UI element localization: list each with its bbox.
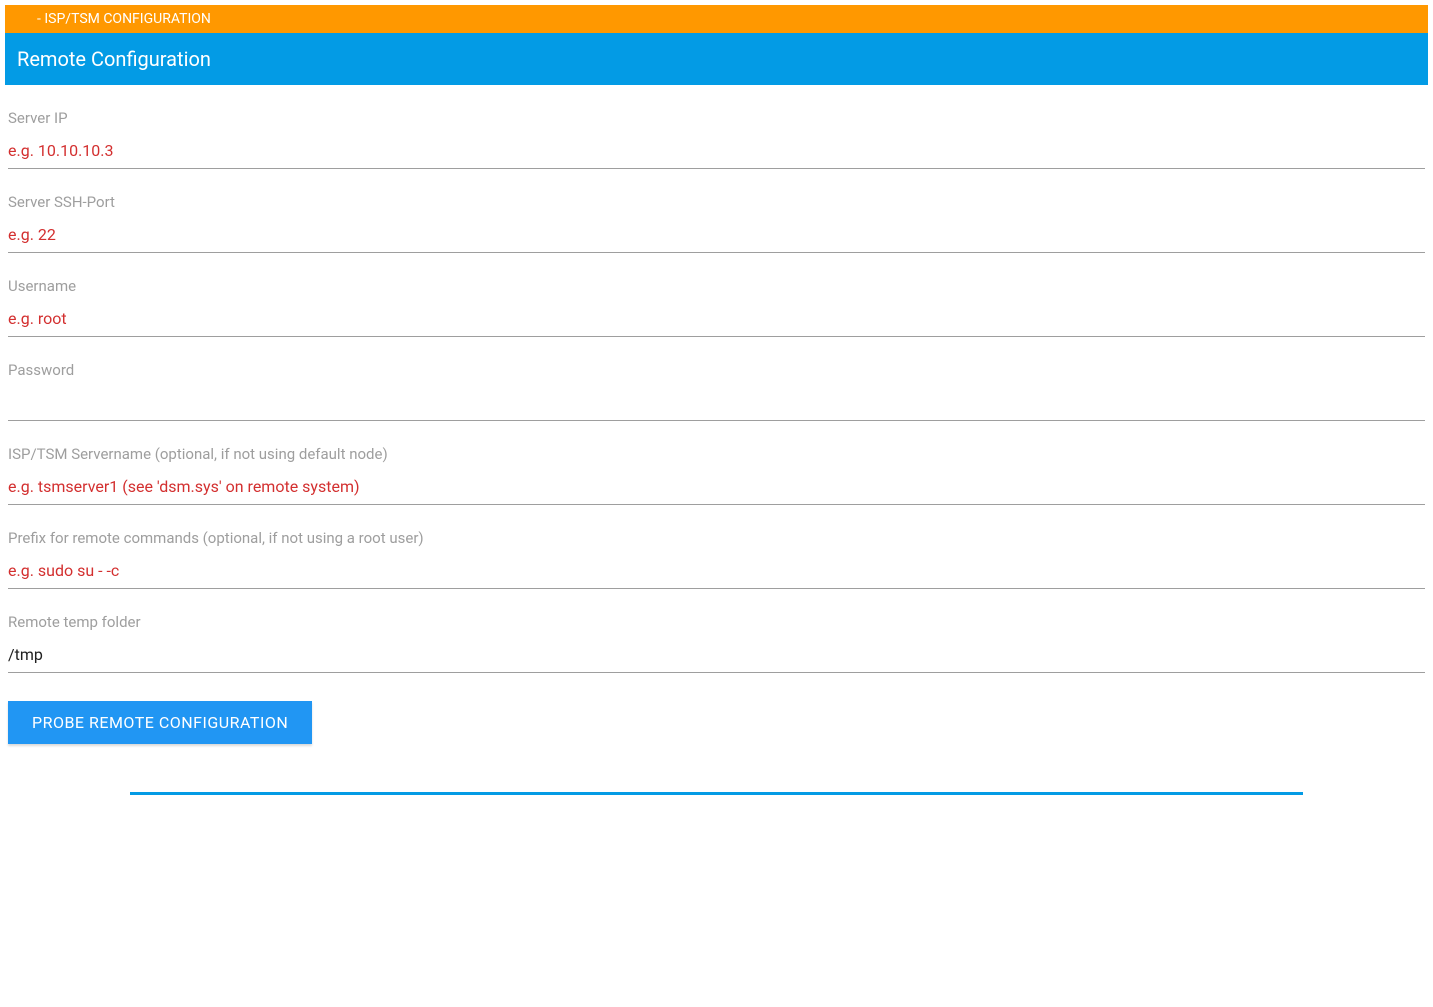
password-input[interactable]: [8, 387, 1425, 421]
bottom-divider: [130, 792, 1303, 795]
password-group: Password: [8, 361, 1425, 421]
prefix-input[interactable]: [8, 555, 1425, 589]
prefix-group: Prefix for remote commands (optional, if…: [8, 529, 1425, 589]
temp-folder-input[interactable]: [8, 639, 1425, 673]
form-container: Server IP Server SSH-Port Username Passw…: [0, 109, 1433, 744]
temp-folder-group: Remote temp folder: [8, 613, 1425, 673]
section-header: Remote Configuration: [5, 33, 1428, 85]
top-bar: - ISP/TSM CONFIGURATION: [5, 5, 1428, 33]
username-label: Username: [8, 277, 1425, 295]
servername-group: ISP/TSM Servername (optional, if not usi…: [8, 445, 1425, 505]
server-ip-group: Server IP: [8, 109, 1425, 169]
top-bar-title: - ISP/TSM CONFIGURATION: [37, 11, 211, 27]
probe-button[interactable]: PROBE REMOTE CONFIGURATION: [8, 701, 312, 744]
server-ssh-port-label: Server SSH-Port: [8, 193, 1425, 211]
server-ssh-port-input[interactable]: [8, 219, 1425, 253]
servername-input[interactable]: [8, 471, 1425, 505]
prefix-label: Prefix for remote commands (optional, if…: [8, 529, 1425, 547]
section-header-title: Remote Configuration: [17, 47, 211, 71]
server-ip-label: Server IP: [8, 109, 1425, 127]
servername-label: ISP/TSM Servername (optional, if not usi…: [8, 445, 1425, 463]
server-ssh-port-group: Server SSH-Port: [8, 193, 1425, 253]
temp-folder-label: Remote temp folder: [8, 613, 1425, 631]
server-ip-input[interactable]: [8, 135, 1425, 169]
username-group: Username: [8, 277, 1425, 337]
username-input[interactable]: [8, 303, 1425, 337]
password-label: Password: [8, 361, 1425, 379]
